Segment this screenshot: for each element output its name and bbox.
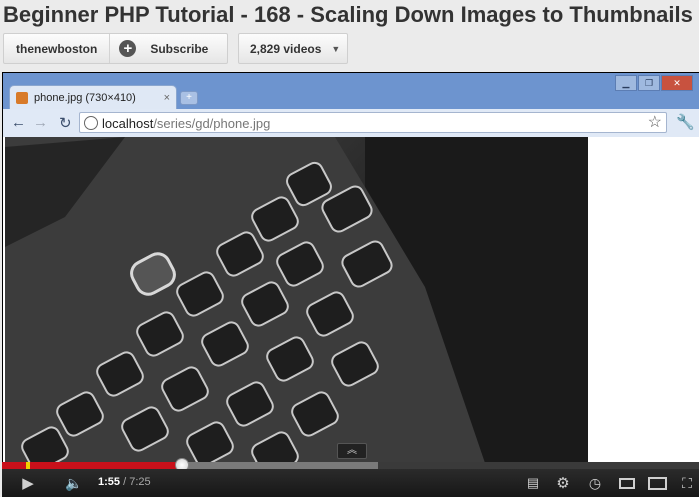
- tab-close-icon: ×: [163, 91, 170, 104]
- new-tab-icon: +: [180, 91, 198, 105]
- play-icon[interactable]: ▶: [16, 473, 40, 493]
- progress-marker: [26, 462, 30, 469]
- subscribe-button[interactable]: Subscribe: [150, 42, 208, 56]
- channel-subscribe-group: thenewboston + Subscribe: [3, 33, 228, 64]
- videos-count-button[interactable]: 2,829 videos ▼: [238, 33, 348, 64]
- phone-keyboard-illustration: [5, 137, 588, 463]
- url-path: /series/gd/phone.jpg: [153, 116, 271, 131]
- browser-window-frame: ▁ ❐ ✕ phone.jpg (730×410) × + ← → ↻ loca…: [3, 73, 699, 463]
- gear-icon[interactable]: ⚙: [552, 473, 574, 493]
- current-time: 1:55: [98, 476, 121, 488]
- url-host: localhost: [102, 116, 154, 131]
- captions-icon[interactable]: ▤: [522, 473, 544, 493]
- channel-name-link[interactable]: thenewboston: [4, 42, 109, 56]
- divider: [109, 34, 111, 63]
- browser-tab-title: phone.jpg (730×410): [34, 91, 136, 104]
- total-time: / 7:25: [123, 476, 151, 488]
- restore-icon: ❐: [638, 75, 660, 91]
- time-display: 1:55 / 7:25: [98, 476, 151, 488]
- video-player[interactable]: ▁ ❐ ✕ phone.jpg (730×410) × + ← → ↻ loca…: [2, 72, 699, 497]
- chevron-down-icon: ▼: [331, 43, 341, 54]
- videos-count-label: 2,829 videos: [250, 41, 322, 56]
- small-player-icon[interactable]: [616, 473, 638, 493]
- player-controls: ▶ 🔈 1:55 / 7:25 ▤ ⚙ ◷ ⛶: [2, 469, 699, 497]
- back-arrow-icon: ←: [11, 114, 26, 131]
- image-favicon-icon: [16, 91, 28, 104]
- browser-tab: phone.jpg (730×410) ×: [9, 85, 177, 109]
- progress-bar[interactable]: [2, 458, 699, 472]
- fullscreen-icon[interactable]: ⛶: [676, 473, 698, 493]
- video-title: Beginner PHP Tutorial - 168 - Scaling Do…: [3, 2, 699, 27]
- globe-icon: [84, 116, 98, 130]
- star-icon: ☆: [647, 114, 662, 131]
- phone-photo: [5, 137, 588, 463]
- subscribe-plus-icon[interactable]: +: [119, 40, 137, 57]
- wrench-icon: 🔧: [676, 114, 695, 131]
- large-player-icon[interactable]: [646, 473, 668, 493]
- volume-icon[interactable]: 🔈: [62, 473, 86, 493]
- browser-toolbar: ← → ↻ localhost/series/gd/phone.jpg ☆ 🔧: [3, 109, 699, 138]
- chevron-up-icon[interactable]: ︽: [337, 443, 367, 459]
- address-bar: localhost/series/gd/phone.jpg ☆: [79, 112, 667, 133]
- window-controls: ▁ ❐ ✕: [615, 75, 693, 91]
- reload-icon: ↻: [59, 115, 72, 132]
- minimize-icon: ▁: [615, 75, 637, 91]
- forward-arrow-icon: →: [33, 114, 48, 131]
- browser-content: [3, 137, 699, 463]
- close-window-icon: ✕: [661, 75, 693, 91]
- clock-icon[interactable]: ◷: [584, 473, 606, 493]
